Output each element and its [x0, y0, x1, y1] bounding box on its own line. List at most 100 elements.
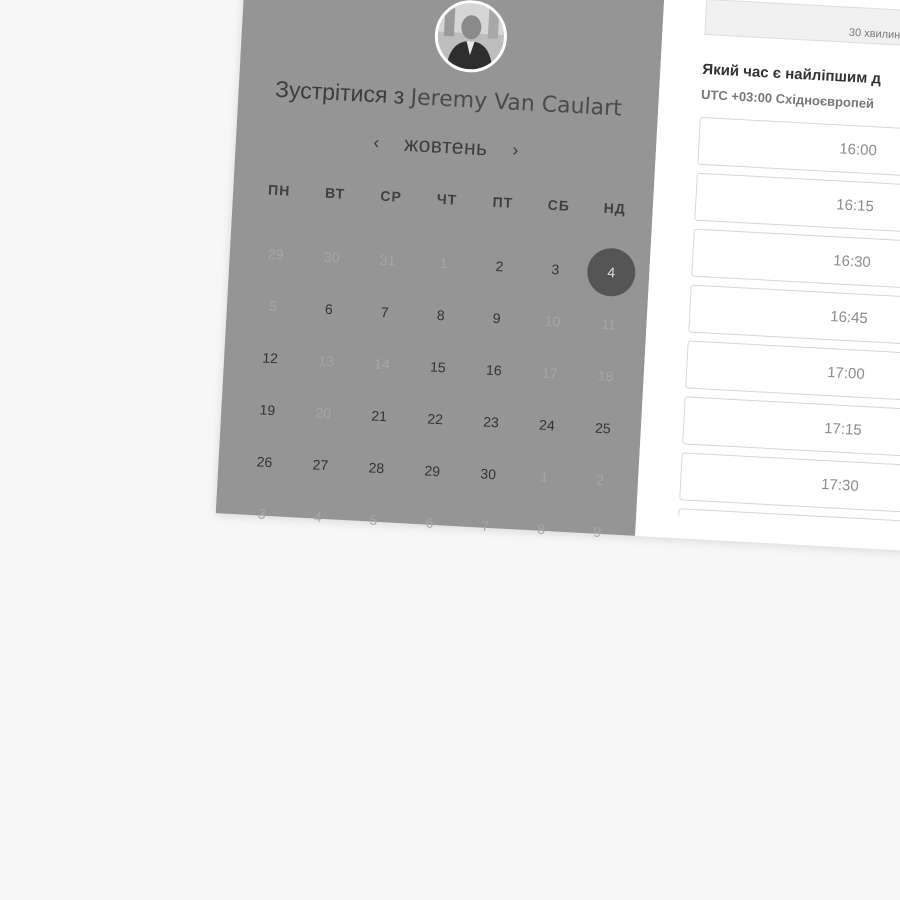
calendar-day: 20: [294, 385, 353, 440]
calendar-day: 3: [232, 486, 291, 541]
calendar-day[interactable]: 6: [300, 282, 359, 337]
host-photo: [436, 1, 506, 72]
weekday-header: ПН ВТ СР ЧТ ПТ СБ НД: [251, 181, 643, 218]
calendar-day[interactable]: 9: [467, 291, 526, 346]
calendar-day: 29: [246, 227, 305, 282]
calendar-day-number: 21: [370, 407, 388, 425]
calendar-day: 10: [523, 294, 582, 349]
weekday-label: НД: [603, 199, 627, 217]
calendar-day[interactable]: 12: [241, 330, 300, 385]
calendar-day-number: 31: [379, 251, 396, 269]
weekday-label: СБ: [547, 196, 571, 214]
calendar-day-number: 17: [541, 364, 558, 382]
calendar-day: 8: [512, 501, 571, 556]
host-name: Jeremy Van Caulart: [409, 85, 623, 122]
calendar-day: 5: [244, 278, 303, 333]
calendar-day: 11: [579, 297, 638, 352]
calendar-day: 18: [576, 349, 635, 404]
calendar-day[interactable]: 19: [238, 382, 297, 437]
calendar-day: 4: [288, 489, 347, 544]
calendar-day[interactable]: 22: [406, 391, 465, 446]
calendar-day-number: 1: [539, 468, 549, 486]
calendar-day[interactable]: 25: [574, 401, 633, 456]
calendar-grid: 29 30 31 1 2 3 4 5 6 7 8 9 10 11 12 13 14 15 16 17 18 19 20 21 2…: [232, 227, 640, 560]
time-slot[interactable]: [678, 508, 900, 536]
calendar-day-number: 27: [312, 456, 329, 474]
calendar-day-number: 7: [481, 517, 490, 534]
calendar-day[interactable]: 26: [235, 434, 294, 489]
calendar-day-number: 1: [439, 254, 448, 272]
calendar-day[interactable]: 16: [465, 343, 524, 398]
calendar-day-number: 28: [368, 459, 385, 477]
weekday-label: СР: [379, 187, 403, 205]
calendar-day[interactable]: 8: [411, 288, 470, 343]
calendar-day-number: 6: [324, 300, 334, 318]
title-prefix: Зустрітися з: [274, 75, 406, 109]
calendar-day[interactable]: 21: [350, 388, 409, 443]
page-background: Зустрітися з Jeremy Van Caulart ‹ жовтен…: [0, 0, 900, 900]
calendar-day-number: 8: [436, 306, 446, 324]
calendar-day-selected[interactable]: 4: [582, 245, 641, 300]
time-slot-label: 17:00: [826, 363, 866, 383]
month-label: жовтень: [403, 132, 489, 161]
weekday-label: ПН: [267, 181, 291, 199]
calendar-day[interactable]: 7: [355, 285, 414, 340]
calendar-day[interactable]: 2: [470, 239, 529, 294]
calendar-day-number: 16: [485, 361, 503, 379]
calendar-day-number: 6: [425, 514, 434, 531]
calendar-day-number: 5: [369, 511, 378, 528]
calendar-day: 9: [568, 504, 627, 559]
calendar-day-number: 9: [492, 309, 501, 327]
time-slot-label: 16:45: [829, 307, 869, 327]
calendar-day-number: 22: [426, 410, 444, 428]
time-slot-label: 17:30: [820, 475, 860, 495]
calendar-day-number: 13: [317, 352, 335, 370]
calendar-day: 6: [400, 495, 459, 550]
calendar-day-number: 26: [256, 453, 273, 471]
chevron-left-icon[interactable]: ‹: [364, 132, 389, 154]
calendar-day-number: 9: [592, 523, 602, 541]
calendar-day-number: 12: [261, 349, 279, 367]
calendar-day-number: 4: [313, 508, 322, 525]
duration-selector[interactable]: 30 хвилин: [704, 0, 900, 54]
time-slot-label: 16:00: [838, 139, 878, 159]
calendar-day: 5: [344, 492, 403, 547]
calendar-day-number: 2: [495, 257, 504, 275]
calendar-day-number: 25: [594, 419, 612, 437]
calendar-day-number: 4: [586, 246, 637, 298]
calendar-day-number: 2: [595, 471, 605, 489]
calendar-day-number: 7: [380, 303, 390, 321]
calendar-day-number: 30: [480, 465, 497, 483]
calendar-day[interactable]: 28: [347, 440, 406, 495]
calendar-day-number: 3: [551, 260, 560, 278]
calendar-day[interactable]: 30: [459, 446, 518, 501]
calendar-day-number: 5: [268, 297, 278, 315]
calendar-day: 13: [297, 333, 356, 388]
calendar-day-number: 11: [600, 315, 617, 333]
chevron-right-icon[interactable]: ›: [503, 139, 528, 161]
calendar-day-number: 24: [538, 416, 556, 434]
calendar-day[interactable]: 24: [518, 397, 577, 452]
calendar-day[interactable]: 23: [462, 394, 521, 449]
calendar-day: 14: [353, 336, 412, 391]
meeting-title: Зустрітися з Jeremy Van Caulart: [238, 74, 659, 124]
calendar-day[interactable]: 29: [403, 443, 462, 498]
calendar-day[interactable]: 15: [409, 340, 468, 395]
calendar-day-number: 30: [323, 248, 340, 266]
calendar-day-number: 8: [537, 520, 546, 538]
month-navigation: ‹ жовтень ›: [236, 124, 657, 171]
time-slot-list: 16:00 16:15 16:30 16:45 17:00 17:15 17:3…: [678, 116, 900, 536]
calendar-day[interactable]: 27: [291, 437, 350, 492]
calendar-day-number: 14: [373, 355, 391, 373]
calendar-day-number: 29: [267, 245, 285, 263]
duration-label: 30 хвилин: [848, 26, 900, 42]
time-question: Який час є найліпшим д: [701, 60, 882, 88]
booking-card: Зустрітися з Jeremy Van Caulart ‹ жовтен…: [215, 0, 900, 556]
calendar-day-number: 19: [259, 401, 276, 419]
calendar-day-number: 20: [315, 404, 332, 422]
calendar-day[interactable]: 3: [526, 242, 585, 297]
calendar-day: 31: [358, 233, 417, 288]
timezone-label[interactable]: UTC +03:00 Східноєвропей: [701, 87, 875, 111]
time-slot-label: 16:30: [832, 251, 872, 271]
time-slot-label: 17:15: [823, 419, 863, 439]
